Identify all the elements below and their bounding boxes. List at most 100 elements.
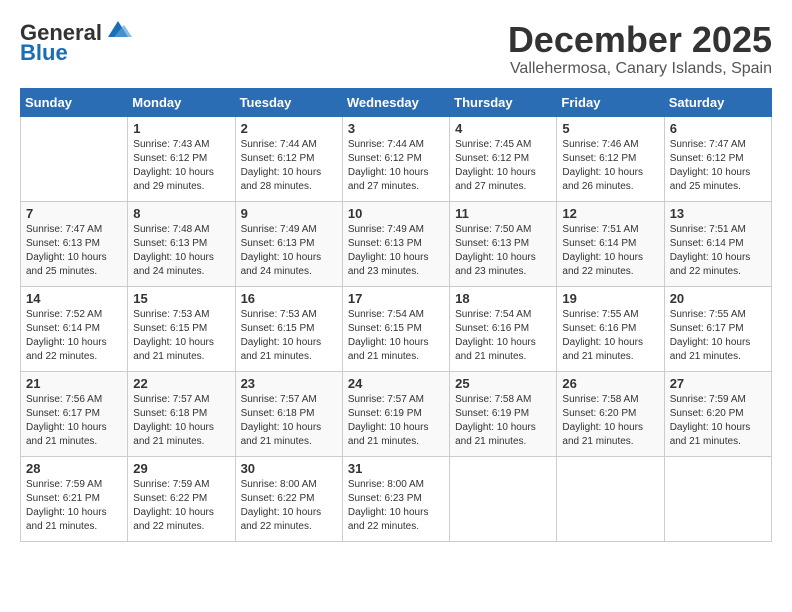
logo-icon	[104, 19, 132, 41]
day-number: 19	[562, 291, 658, 306]
calendar-cell: 19 Sunrise: 7:55 AMSunset: 6:16 PMDayligh…	[557, 286, 664, 371]
calendar-cell: 9 Sunrise: 7:49 AMSunset: 6:13 PMDaylight…	[235, 201, 342, 286]
calendar-week-row: 28 Sunrise: 7:59 AMSunset: 6:21 PMDayligh…	[21, 456, 772, 541]
day-number: 21	[26, 376, 122, 391]
day-number: 14	[26, 291, 122, 306]
cell-sun-info: Sunrise: 7:53 AMSunset: 6:15 PMDaylight:…	[133, 308, 229, 364]
cell-sun-info: Sunrise: 7:44 AMSunset: 6:12 PMDaylight:…	[241, 138, 337, 194]
calendar-cell: 10 Sunrise: 7:49 AMSunset: 6:13 PMDayligh…	[342, 201, 449, 286]
calendar-cell: 20 Sunrise: 7:55 AMSunset: 6:17 PMDayligh…	[664, 286, 771, 371]
calendar-cell: 22 Sunrise: 7:57 AMSunset: 6:18 PMDayligh…	[128, 371, 235, 456]
calendar-cell: 31Sunrise: 8:00 AMSunset: 6:23 PMDayligh…	[342, 456, 449, 541]
calendar-week-row: 7Sunrise: 7:47 AMSunset: 6:13 PMDaylight…	[21, 201, 772, 286]
day-number: 7	[26, 206, 122, 221]
calendar-cell: 24Sunrise: 7:57 AMSunset: 6:19 PMDayligh…	[342, 371, 449, 456]
day-number: 3	[348, 121, 444, 136]
cell-sun-info: Sunrise: 7:54 AMSunset: 6:15 PMDaylight:…	[348, 308, 444, 364]
cell-sun-info: Sunrise: 7:46 AMSunset: 6:12 PMDaylight:…	[562, 138, 658, 194]
day-number: 29	[133, 461, 229, 476]
cell-sun-info: Sunrise: 7:57 AMSunset: 6:18 PMDaylight:…	[133, 393, 229, 449]
cell-sun-info: Sunrise: 7:54 AMSunset: 6:16 PMDaylight:…	[455, 308, 551, 364]
cell-sun-info: Sunrise: 7:58 AMSunset: 6:19 PMDaylight:…	[455, 393, 551, 449]
cell-sun-info: Sunrise: 7:43 AMSunset: 6:12 PMDaylight:…	[133, 138, 229, 194]
calendar-day-header: Friday	[557, 88, 664, 116]
day-number: 23	[241, 376, 337, 391]
day-number: 2	[241, 121, 337, 136]
day-number: 18	[455, 291, 551, 306]
calendar-cell: 4 Sunrise: 7:45 AMSunset: 6:12 PMDaylight…	[450, 116, 557, 201]
calendar-cell: 6 Sunrise: 7:47 AMSunset: 6:12 PMDaylight…	[664, 116, 771, 201]
calendar-cell	[664, 456, 771, 541]
page-subtitle: Vallehermosa, Canary Islands, Spain	[508, 60, 772, 78]
day-number: 1	[133, 121, 229, 136]
calendar-cell	[557, 456, 664, 541]
day-number: 26	[562, 376, 658, 391]
calendar-cell: 18 Sunrise: 7:54 AMSunset: 6:16 PMDayligh…	[450, 286, 557, 371]
calendar-cell	[21, 116, 128, 201]
calendar-week-row: 14 Sunrise: 7:52 AMSunset: 6:14 PMDayligh…	[21, 286, 772, 371]
day-number: 16	[241, 291, 337, 306]
cell-sun-info: Sunrise: 7:49 AMSunset: 6:13 PMDaylight:…	[241, 223, 337, 279]
day-number: 10	[348, 206, 444, 221]
cell-sun-info: Sunrise: 7:55 AMSunset: 6:16 PMDaylight:…	[562, 308, 658, 364]
cell-sun-info: Sunrise: 7:52 AMSunset: 6:14 PMDaylight:…	[26, 308, 122, 364]
cell-sun-info: Sunrise: 7:57 AMSunset: 6:19 PMDaylight:…	[348, 393, 444, 449]
day-number: 13	[670, 206, 766, 221]
day-number: 28	[26, 461, 122, 476]
calendar-week-row: 21 Sunrise: 7:56 AMSunset: 6:17 PMDayligh…	[21, 371, 772, 456]
day-number: 11	[455, 206, 551, 221]
day-number: 20	[670, 291, 766, 306]
calendar-cell: 30 Sunrise: 8:00 AMSunset: 6:22 PMDayligh…	[235, 456, 342, 541]
calendar-day-header: Monday	[128, 88, 235, 116]
logo-blue-text: Blue	[20, 40, 68, 66]
cell-sun-info: Sunrise: 7:59 AMSunset: 6:21 PMDaylight:…	[26, 478, 122, 534]
calendar-cell: 1 Sunrise: 7:43 AMSunset: 6:12 PMDaylight…	[128, 116, 235, 201]
cell-sun-info: Sunrise: 7:49 AMSunset: 6:13 PMDaylight:…	[348, 223, 444, 279]
calendar-cell: 7Sunrise: 7:47 AMSunset: 6:13 PMDaylight…	[21, 201, 128, 286]
cell-sun-info: Sunrise: 7:56 AMSunset: 6:17 PMDaylight:…	[26, 393, 122, 449]
day-number: 8	[133, 206, 229, 221]
calendar-day-header: Wednesday	[342, 88, 449, 116]
day-number: 22	[133, 376, 229, 391]
calendar-day-header: Tuesday	[235, 88, 342, 116]
calendar-day-header: Thursday	[450, 88, 557, 116]
page-title: December 2025	[508, 20, 772, 60]
cell-sun-info: Sunrise: 7:45 AMSunset: 6:12 PMDaylight:…	[455, 138, 551, 194]
day-number: 30	[241, 461, 337, 476]
cell-sun-info: Sunrise: 7:59 AMSunset: 6:20 PMDaylight:…	[670, 393, 766, 449]
calendar-week-row: 1 Sunrise: 7:43 AMSunset: 6:12 PMDaylight…	[21, 116, 772, 201]
page-header: General Blue December 2025 Vallehermosa,…	[20, 20, 772, 78]
cell-sun-info: Sunrise: 7:57 AMSunset: 6:18 PMDaylight:…	[241, 393, 337, 449]
day-number: 4	[455, 121, 551, 136]
calendar-cell: 23 Sunrise: 7:57 AMSunset: 6:18 PMDayligh…	[235, 371, 342, 456]
title-block: December 2025 Vallehermosa, Canary Islan…	[508, 20, 772, 78]
cell-sun-info: Sunrise: 7:51 AMSunset: 6:14 PMDaylight:…	[670, 223, 766, 279]
calendar-day-header: Sunday	[21, 88, 128, 116]
cell-sun-info: Sunrise: 8:00 AMSunset: 6:22 PMDaylight:…	[241, 478, 337, 534]
calendar-cell: 5Sunrise: 7:46 AMSunset: 6:12 PMDaylight…	[557, 116, 664, 201]
cell-sun-info: Sunrise: 7:47 AMSunset: 6:12 PMDaylight:…	[670, 138, 766, 194]
cell-sun-info: Sunrise: 7:53 AMSunset: 6:15 PMDaylight:…	[241, 308, 337, 364]
calendar-cell	[450, 456, 557, 541]
calendar-cell: 17Sunrise: 7:54 AMSunset: 6:15 PMDayligh…	[342, 286, 449, 371]
calendar-cell: 16 Sunrise: 7:53 AMSunset: 6:15 PMDayligh…	[235, 286, 342, 371]
calendar-header-row: SundayMondayTuesdayWednesdayThursdayFrid…	[21, 88, 772, 116]
calendar-cell: 28 Sunrise: 7:59 AMSunset: 6:21 PMDayligh…	[21, 456, 128, 541]
calendar-cell: 8Sunrise: 7:48 AMSunset: 6:13 PMDaylight…	[128, 201, 235, 286]
calendar-cell: 3 Sunrise: 7:44 AMSunset: 6:12 PMDaylight…	[342, 116, 449, 201]
cell-sun-info: Sunrise: 7:51 AMSunset: 6:14 PMDaylight:…	[562, 223, 658, 279]
cell-sun-info: Sunrise: 7:58 AMSunset: 6:20 PMDaylight:…	[562, 393, 658, 449]
calendar-cell: 26 Sunrise: 7:58 AMSunset: 6:20 PMDayligh…	[557, 371, 664, 456]
calendar-cell: 27 Sunrise: 7:59 AMSunset: 6:20 PMDayligh…	[664, 371, 771, 456]
calendar-cell: 12Sunrise: 7:51 AMSunset: 6:14 PMDayligh…	[557, 201, 664, 286]
cell-sun-info: Sunrise: 7:50 AMSunset: 6:13 PMDaylight:…	[455, 223, 551, 279]
calendar-cell: 11 Sunrise: 7:50 AMSunset: 6:13 PMDayligh…	[450, 201, 557, 286]
day-number: 9	[241, 206, 337, 221]
calendar-table: SundayMondayTuesdayWednesdayThursdayFrid…	[20, 88, 772, 542]
day-number: 15	[133, 291, 229, 306]
cell-sun-info: Sunrise: 7:55 AMSunset: 6:17 PMDaylight:…	[670, 308, 766, 364]
calendar-cell: 29Sunrise: 7:59 AMSunset: 6:22 PMDayligh…	[128, 456, 235, 541]
day-number: 6	[670, 121, 766, 136]
cell-sun-info: Sunrise: 7:44 AMSunset: 6:12 PMDaylight:…	[348, 138, 444, 194]
day-number: 27	[670, 376, 766, 391]
